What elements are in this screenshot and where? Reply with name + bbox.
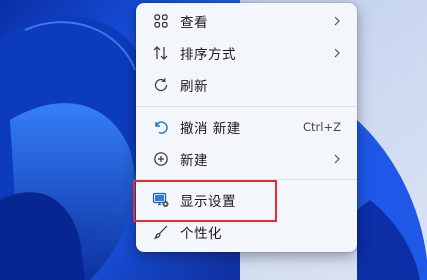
new-plus-icon <box>152 150 170 168</box>
menu-item-new[interactable]: 新建 <box>140 144 353 174</box>
view-grid-icon <box>152 12 170 30</box>
menu-separator <box>136 106 357 107</box>
sort-icon <box>152 44 170 62</box>
menu-item-label: 撤消 新建 <box>180 121 241 137</box>
display-settings-highlight-box <box>133 180 277 222</box>
menu-item-sort-by[interactable]: 排序方式 <box>140 38 353 68</box>
menu-item-label: 新建 <box>180 153 208 169</box>
menu-item-label: 个性化 <box>180 226 222 242</box>
chevron-right-icon <box>334 48 340 58</box>
menu-item-refresh[interactable]: 刷新 <box>140 70 353 100</box>
personalize-brush-icon <box>152 223 170 241</box>
undo-icon <box>152 118 170 136</box>
refresh-icon <box>152 76 170 94</box>
chevron-right-icon <box>334 16 340 26</box>
menu-item-label: 查看 <box>180 15 208 31</box>
menu-item-view[interactable]: 查看 <box>140 6 353 36</box>
menu-item-label: 刷新 <box>180 79 208 95</box>
chevron-right-icon <box>334 154 340 164</box>
menu-item-undo-new[interactable]: 撤消 新建 Ctrl+Z <box>140 112 353 142</box>
menu-item-label: 排序方式 <box>180 47 236 63</box>
shortcut-text: Ctrl+Z <box>303 120 341 134</box>
